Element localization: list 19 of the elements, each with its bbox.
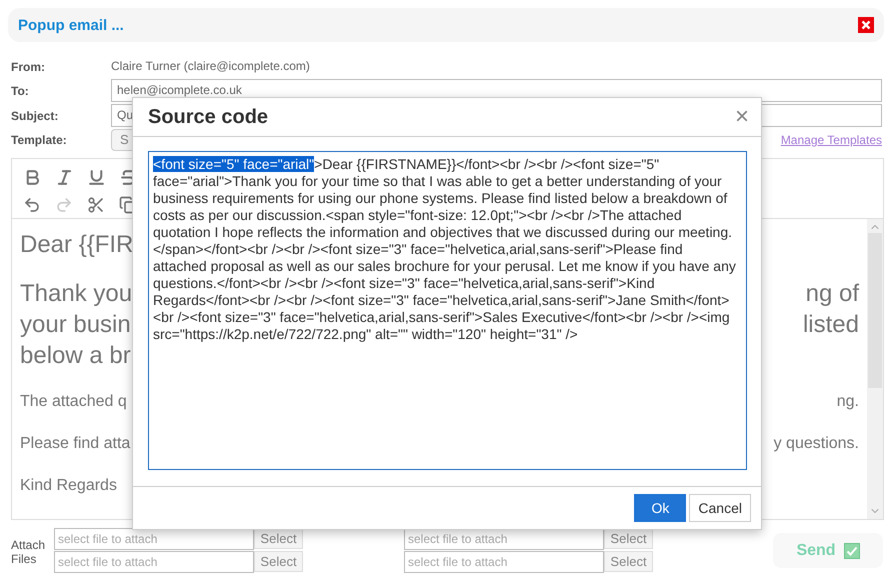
editor-text: ng.	[836, 392, 859, 412]
to-label: To:	[11, 84, 30, 98]
from-label: From:	[11, 60, 46, 74]
subject-label: Subject:	[11, 108, 60, 122]
dialog-title: Source code	[148, 106, 268, 129]
editor-text: The attached q	[20, 392, 127, 412]
editor-text: y questions.	[774, 434, 859, 454]
editor-text: ng of	[806, 279, 859, 309]
editor-text: Please find atta	[20, 434, 130, 454]
attach-files-label: Attach Files	[11, 537, 46, 566]
editor-text: below a br	[20, 341, 131, 371]
from-value: Claire Turner (claire@icomplete.com)	[111, 58, 311, 75]
editor-text: Thank you	[20, 279, 132, 309]
editor-text: Dear {{FIR	[20, 230, 134, 260]
editor-text: listed	[802, 310, 859, 340]
template-label: Template:	[11, 133, 68, 147]
window-title: Popup email ...	[18, 16, 124, 34]
editor-text: your busin	[20, 310, 131, 340]
editor-text: Kind Regards	[20, 476, 117, 496]
